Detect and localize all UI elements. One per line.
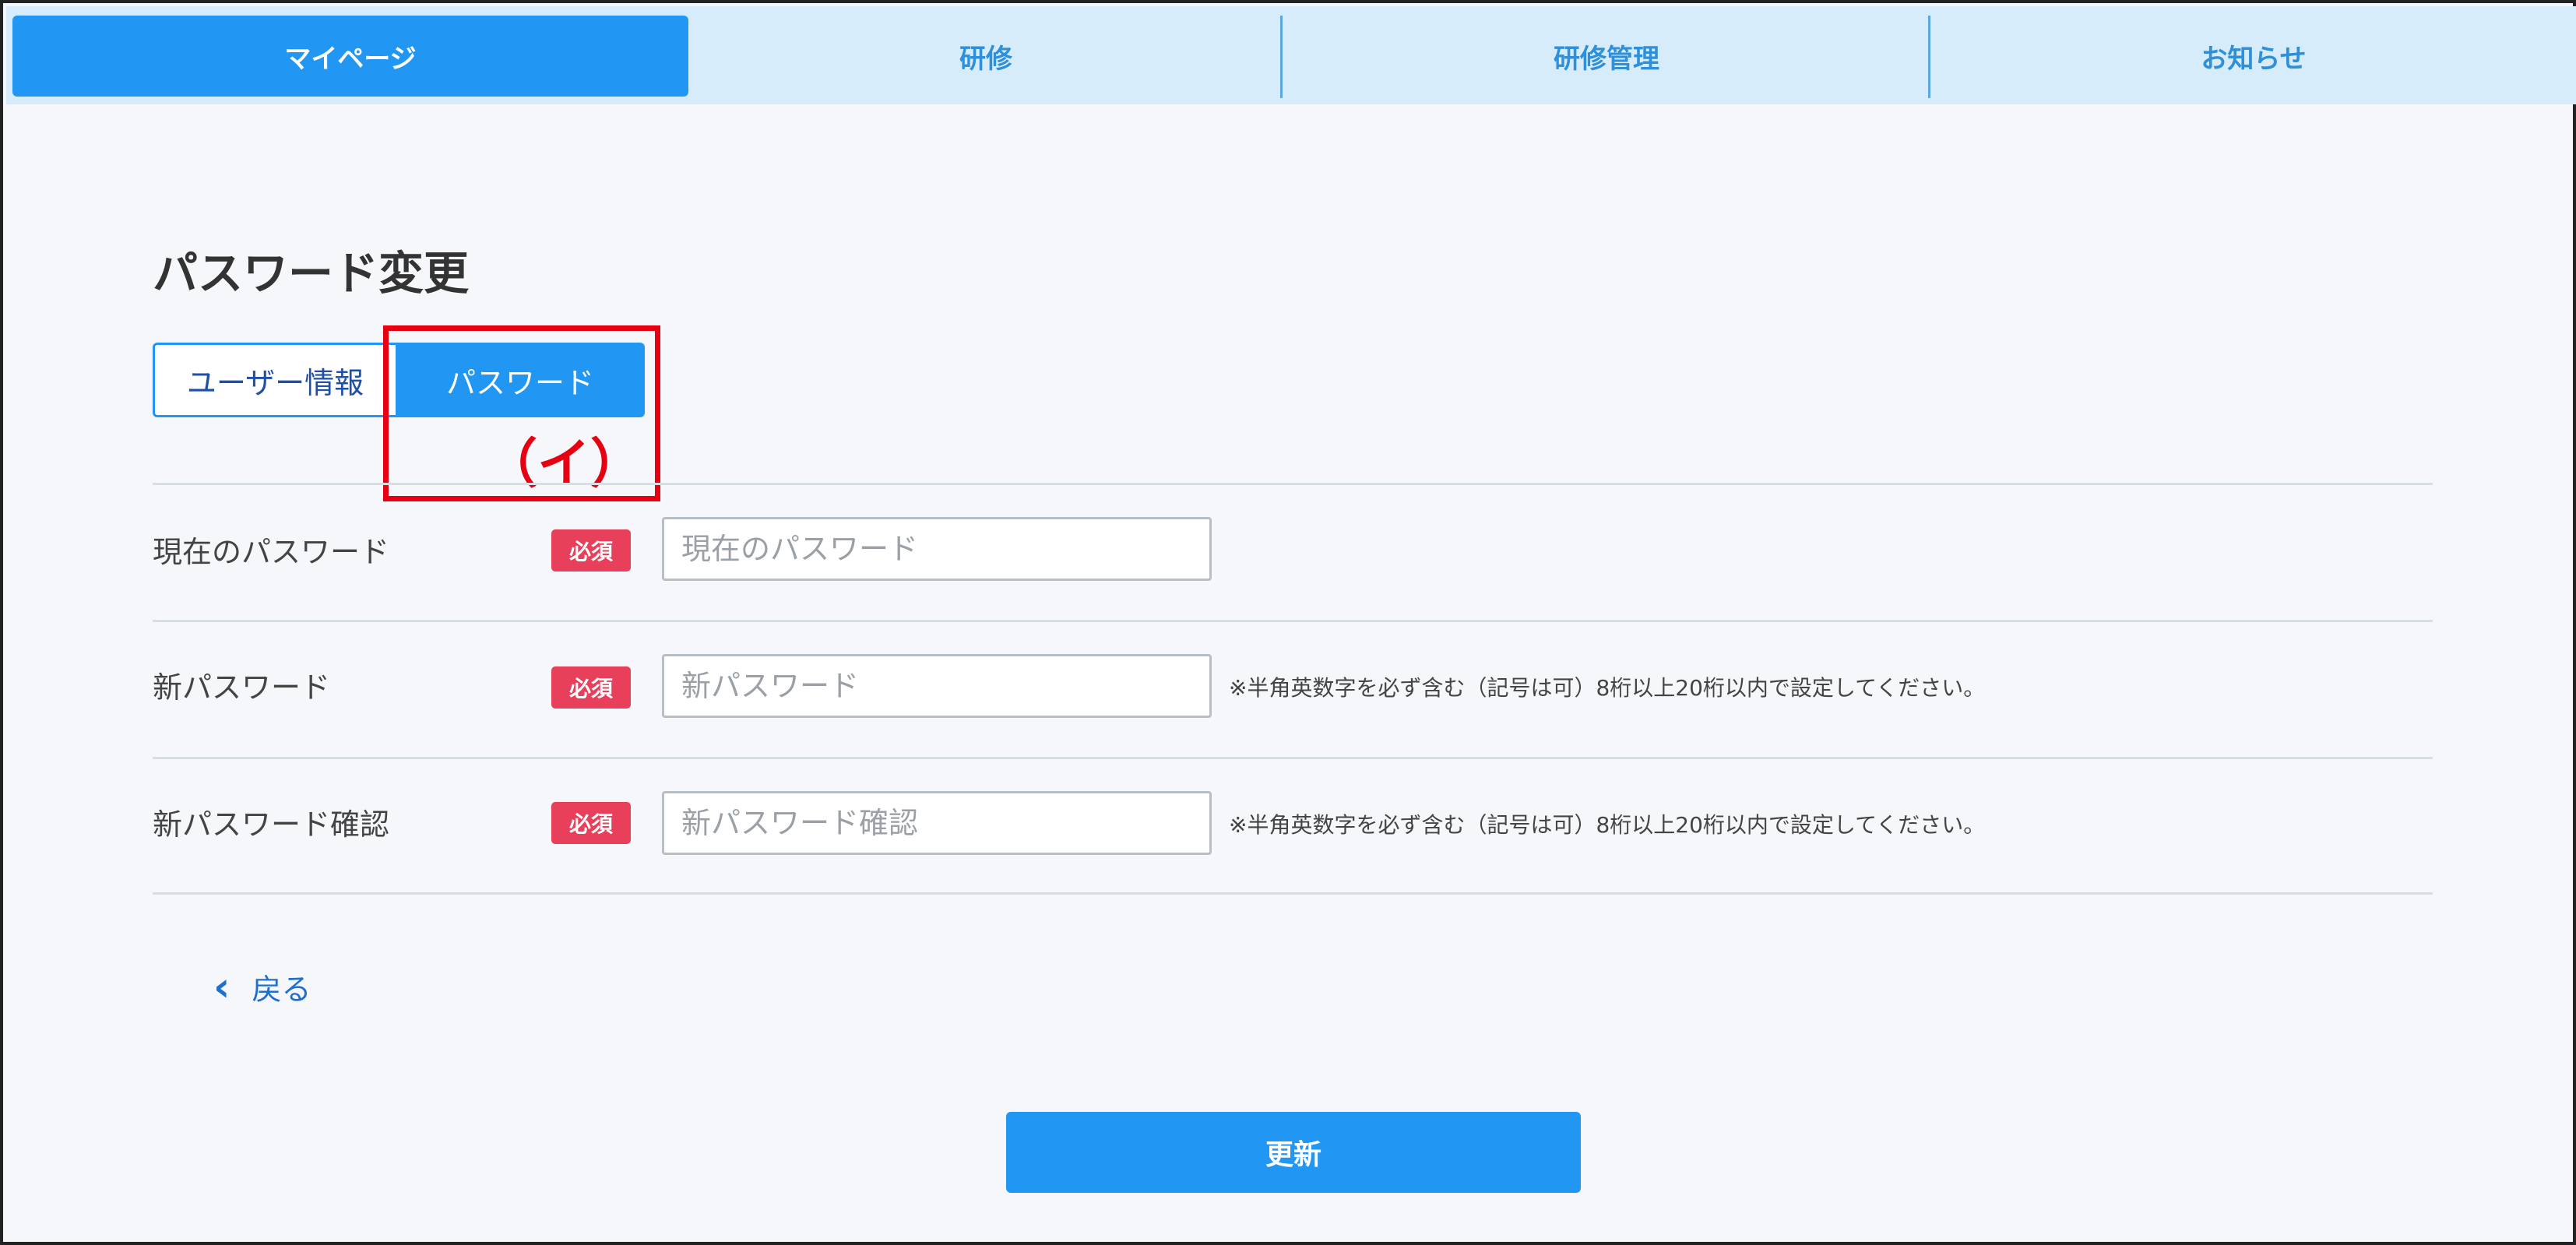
nav-tab-training[interactable]: 研修 (692, 16, 1280, 97)
annotation-label: （イ） (484, 434, 644, 495)
nav-tab-training-management[interactable]: 研修管理 (1283, 16, 1930, 97)
update-button[interactable]: 更新 (1006, 1112, 1581, 1193)
new-password-input[interactable] (662, 654, 1212, 718)
nav-tab-mypage[interactable]: マイページ (12, 16, 688, 97)
divider (153, 757, 2433, 759)
nav-divider (1928, 16, 1930, 98)
back-label: 戻る (252, 972, 311, 1007)
app-window: マイページ 研修 研修管理 お知らせ パスワード変更 ユーザー情報 パスワード … (0, 0, 2576, 1245)
chevron-left-icon: ‹ (213, 963, 231, 1011)
required-badge: 必須 (551, 666, 631, 709)
back-link[interactable]: ‹ 戻る (213, 965, 311, 1008)
password-rule-note: ※半角英数字を必ず含む（記号は可）8桁以上20桁以内で設定してください。 (1229, 812, 1986, 838)
divider (153, 483, 2433, 485)
divider (153, 620, 2433, 622)
nav-tab-notices[interactable]: お知らせ (1931, 16, 2576, 97)
tab-user-info[interactable]: ユーザー情報 (153, 343, 396, 417)
page-title: パスワード変更 (153, 247, 470, 300)
nav-divider (1280, 16, 1283, 98)
required-badge: 必須 (551, 802, 631, 844)
required-badge: 必須 (551, 529, 631, 572)
top-navigation: マイページ 研修 研修管理 お知らせ (6, 6, 2576, 104)
confirm-password-input[interactable] (662, 791, 1212, 855)
confirm-password-label: 新パスワード確認 (153, 807, 390, 842)
divider (153, 892, 2433, 895)
password-rule-note: ※半角英数字を必ず含む（記号は可）8桁以上20桁以内で設定してください。 (1229, 675, 1986, 701)
current-password-input[interactable] (662, 517, 1212, 581)
current-password-label: 現在のパスワード (153, 535, 390, 569)
new-password-label: 新パスワード (153, 670, 331, 705)
